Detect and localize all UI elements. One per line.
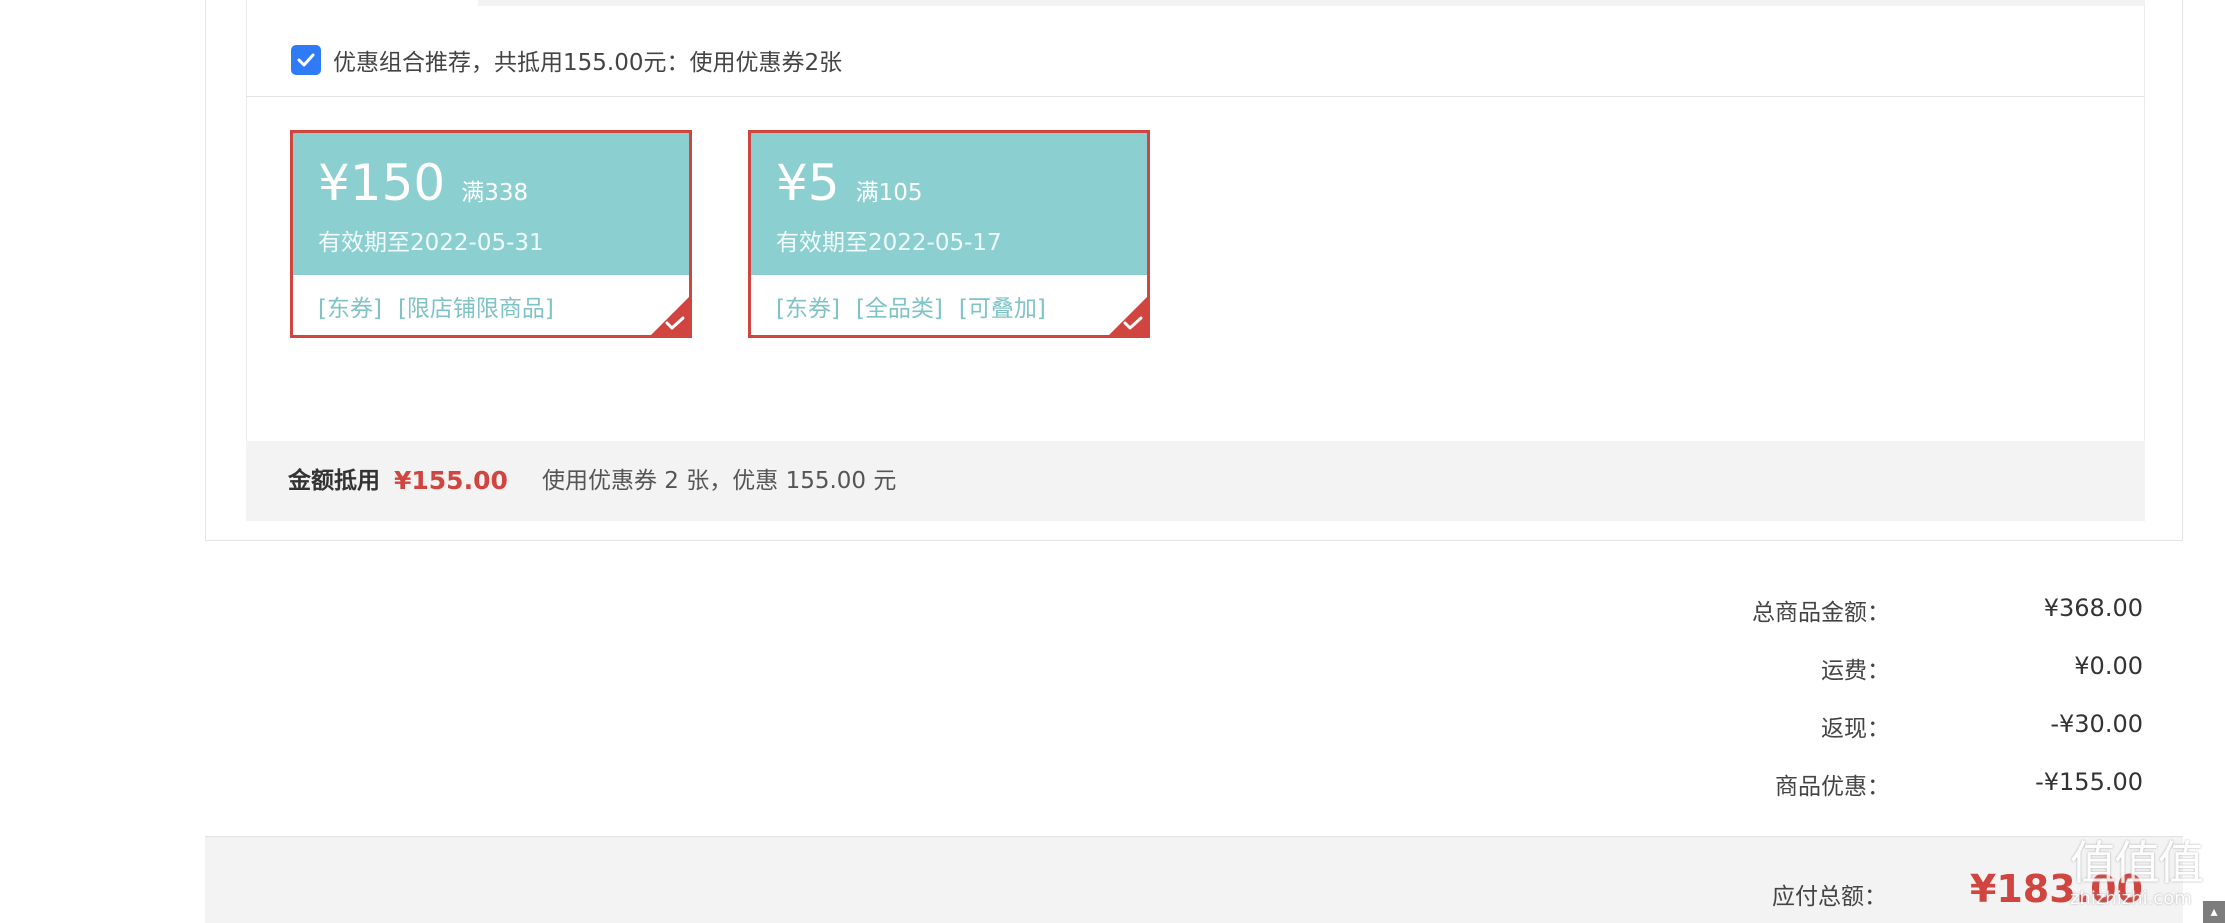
checkmark-icon <box>1123 316 1143 330</box>
watermark: 值值值 zhizhizhi.com <box>2070 838 2225 923</box>
summary-label: 金额抵用 <box>288 468 380 494</box>
checkmark-icon <box>665 316 685 330</box>
coupon-tag: [全品类] <box>855 296 943 322</box>
total-label: 返现： <box>1821 716 1890 742</box>
watermark-logo: 值值值 <box>2070 836 2204 890</box>
coupon-threshold: 满105 <box>855 180 923 206</box>
total-value: ¥368.00 <box>2043 594 2143 622</box>
total-label: 商品优惠： <box>1775 774 1890 800</box>
coupon-validity: 有效期至2022-05-31 <box>318 230 544 256</box>
coupon-tag: [东券] <box>776 296 840 322</box>
total-value: ¥0.00 <box>2074 652 2143 680</box>
watermark-url: zhizhizhi.com <box>2070 888 2192 909</box>
coupon-card[interactable]: ¥150 满338 有效期至2022-05-31 [东券] [限店铺限商品] <box>290 130 692 338</box>
divider <box>246 96 2145 97</box>
coupon-tags: [东券] [限店铺限商品] <box>318 289 554 323</box>
coupon-tag: [东券] <box>318 296 382 322</box>
scroll-corner[interactable]: ▴ <box>2203 901 2225 923</box>
summary-description: 使用优惠券 2 张，优惠 155.00 元 <box>542 468 897 494</box>
coupon-summary-bar: 金额抵用 ¥155.00 使用优惠券 2 张，优惠 155.00 元 <box>246 441 2145 521</box>
coupon-header: ¥150 满338 有效期至2022-05-31 <box>293 133 689 275</box>
coupon-tag: [可叠加] <box>958 296 1046 322</box>
combo-recommendation-row[interactable]: 优惠组合推荐，共抵用155.00元：使用优惠券2张 <box>291 40 842 80</box>
coupon-tags: [东券] [全品类] [可叠加] <box>776 289 1046 323</box>
coupon-tag: [限店铺限商品] <box>397 296 554 322</box>
coupon-header: ¥5 满105 有效期至2022-05-17 <box>751 133 1147 275</box>
coupon-validity: 有效期至2022-05-17 <box>776 230 1002 256</box>
coupon-value: ¥150 <box>318 154 446 212</box>
total-value: -¥155.00 <box>2035 768 2143 796</box>
total-label: 总商品金额： <box>1752 600 1890 626</box>
caret-icon: ▴ <box>2210 904 2218 920</box>
total-value: -¥30.00 <box>2050 710 2143 738</box>
coupon-card[interactable]: ¥5 满105 有效期至2022-05-17 [东券] [全品类] [可叠加] <box>748 130 1150 338</box>
combo-checkbox[interactable] <box>291 45 321 75</box>
checkmark-icon <box>297 53 315 67</box>
tab-strip <box>478 0 2145 6</box>
combo-text: 优惠组合推荐，共抵用155.00元：使用优惠券2张 <box>333 50 843 76</box>
total-label: 运费： <box>1821 658 1890 684</box>
payable-label: 应付总额： <box>1772 884 1887 910</box>
coupon-threshold: 满338 <box>461 180 529 206</box>
summary-amount: ¥155.00 <box>394 466 508 495</box>
coupon-value: ¥5 <box>776 154 840 212</box>
